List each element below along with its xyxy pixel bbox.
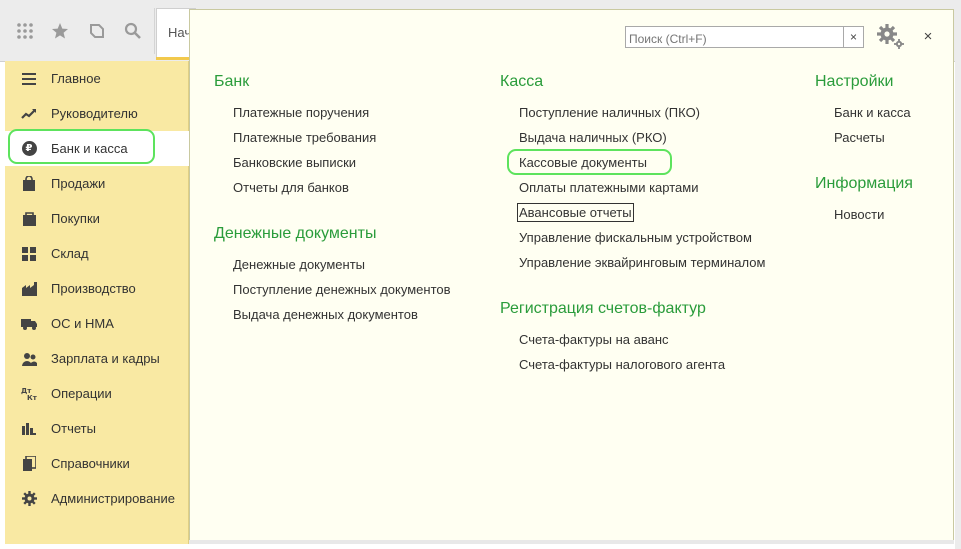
trend-chart-icon bbox=[21, 106, 37, 122]
sidebar-item-label: Покупки bbox=[51, 211, 100, 226]
link-acquiring-terminal[interactable]: Управление эквайринговым терминалом bbox=[519, 255, 765, 270]
link-card-payments[interactable]: Оплаты платежными картами bbox=[519, 180, 698, 195]
link-advance-reports[interactable]: Авансовые отчеты bbox=[517, 203, 634, 222]
sidebar-item-sales[interactable]: Продажи bbox=[5, 166, 189, 201]
svg-text:Кт: Кт bbox=[27, 394, 37, 401]
ruble-icon: ₽ bbox=[21, 141, 37, 157]
sidebar-item-label: Отчеты bbox=[51, 421, 96, 436]
gear-icon bbox=[21, 491, 37, 507]
search-icon[interactable] bbox=[121, 18, 145, 44]
sidebar-item-label: Банк и касса bbox=[51, 141, 128, 156]
cart-icon bbox=[21, 211, 37, 227]
sidebar-item-label: Зарплата и кадры bbox=[51, 351, 160, 366]
sidebar-item-label: Руководителю bbox=[51, 106, 138, 121]
sidebar-item-label: Операции bbox=[51, 386, 112, 401]
panel-settings-icon[interactable] bbox=[876, 23, 906, 49]
sidebar-item-label: Продажи bbox=[51, 176, 106, 191]
sidebar-item-fixed-assets[interactable]: ОС и НМА bbox=[5, 306, 189, 341]
star-icon[interactable] bbox=[48, 18, 72, 44]
sidebar-item-purchases[interactable]: Покупки bbox=[5, 201, 189, 236]
sidebar-item-bank-cash[interactable]: ₽ Банк и касса bbox=[5, 131, 189, 166]
sidebar-item-label: Справочники bbox=[51, 456, 130, 471]
link-advance-invoices[interactable]: Счета-фактуры на аванс bbox=[519, 332, 669, 347]
sidebar-item-label: Производство bbox=[51, 281, 136, 296]
close-icon: × bbox=[923, 27, 933, 45]
sidebar-item-label: Администрирование bbox=[51, 491, 175, 506]
link-bank-statements[interactable]: Банковские выписки bbox=[233, 155, 356, 170]
books-icon bbox=[21, 456, 37, 472]
bar-chart-icon bbox=[21, 421, 37, 437]
truck-icon bbox=[21, 316, 37, 332]
sidebar-item-manager[interactable]: Руководителю bbox=[5, 96, 189, 131]
dt-kt-icon: Дт Кт bbox=[21, 386, 37, 402]
sidebar-item-label: Склад bbox=[51, 246, 89, 261]
link-cash-documents[interactable]: Кассовые документы bbox=[519, 155, 647, 170]
factory-icon bbox=[21, 281, 37, 297]
shopping-bag-icon bbox=[21, 176, 37, 192]
search-clear-button[interactable]: × bbox=[844, 26, 864, 48]
section-title-cash: Касса bbox=[500, 73, 544, 90]
apps-grid-icon[interactable] bbox=[13, 18, 37, 44]
sidebar-item-label: ОС и НМА bbox=[51, 316, 114, 331]
warehouse-grid-icon bbox=[21, 246, 37, 262]
section-title-invoices: Регистрация счетов-фактур bbox=[500, 300, 706, 317]
sidebar-item-directories[interactable]: Справочники bbox=[5, 446, 189, 481]
link-money-documents-receipt[interactable]: Поступление денежных документов bbox=[233, 282, 451, 297]
section-title-settings: Настройки bbox=[815, 73, 894, 90]
section-title-bank: Банк bbox=[214, 73, 250, 90]
sidebar-item-operations[interactable]: Дт Кт Операции bbox=[5, 376, 189, 411]
sidebar-item-administration[interactable]: Администрирование bbox=[5, 481, 189, 516]
sections-sidebar: Главное Руководителю ₽ Банк и касса Прод… bbox=[5, 61, 189, 544]
link-fiscal-device[interactable]: Управление фискальным устройством bbox=[519, 230, 752, 245]
history-icon[interactable] bbox=[85, 18, 109, 44]
link-payment-requests[interactable]: Платежные требования bbox=[233, 130, 376, 145]
link-settings-bank-cash[interactable]: Банк и касса bbox=[834, 105, 911, 120]
menu-lines-icon bbox=[21, 71, 37, 87]
sidebar-item-label: Главное bbox=[51, 71, 101, 86]
panel-close-button[interactable]: × bbox=[918, 26, 938, 46]
sidebar-item-main[interactable]: Главное bbox=[5, 61, 189, 96]
link-cash-receipt[interactable]: Поступление наличных (ПКО) bbox=[519, 105, 700, 120]
people-icon bbox=[21, 351, 37, 367]
link-bank-reports[interactable]: Отчеты для банков bbox=[233, 180, 349, 195]
section-title-money-documents: Денежные документы bbox=[214, 225, 377, 242]
panel-bottom-border bbox=[189, 540, 954, 544]
link-cash-issue[interactable]: Выдача наличных (РКО) bbox=[519, 130, 667, 145]
sidebar-item-reports[interactable]: Отчеты bbox=[5, 411, 189, 446]
link-money-documents-issue[interactable]: Выдача денежных документов bbox=[233, 307, 418, 322]
link-settings-settlements[interactable]: Расчеты bbox=[834, 130, 885, 145]
window-right-edge bbox=[955, 0, 961, 549]
link-news[interactable]: Новости bbox=[834, 207, 884, 222]
clear-icon: × bbox=[849, 30, 857, 44]
toolbar-separator bbox=[154, 8, 155, 54]
link-money-documents[interactable]: Денежные документы bbox=[233, 257, 365, 272]
section-title-information: Информация bbox=[815, 175, 913, 192]
sidebar-item-production[interactable]: Производство bbox=[5, 271, 189, 306]
search-input[interactable] bbox=[625, 26, 844, 48]
link-payment-orders[interactable]: Платежные поручения bbox=[233, 105, 369, 120]
sidebar-item-warehouse[interactable]: Склад bbox=[5, 236, 189, 271]
sidebar-item-salary-hr[interactable]: Зарплата и кадры bbox=[5, 341, 189, 376]
link-tax-agent-invoices[interactable]: Счета-фактуры налогового агента bbox=[519, 357, 725, 372]
